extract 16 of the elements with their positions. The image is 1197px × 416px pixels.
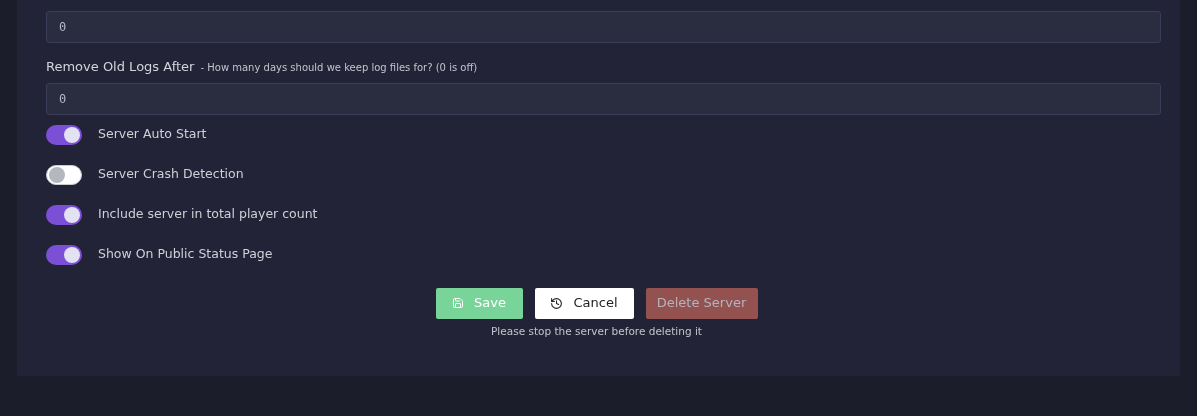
toggle-switch[interactable]: [46, 244, 82, 265]
delete-note: Please stop the server before deleting it: [491, 323, 702, 339]
save-icon: [452, 297, 465, 309]
number-field[interactable]: 0: [46, 82, 1161, 115]
history-icon: [550, 296, 564, 310]
number-field[interactable]: 0: [46, 11, 1161, 43]
toggle-switch[interactable]: [46, 124, 82, 145]
toggle-label: Server Crash Detection: [98, 165, 244, 184]
toggle-label: Server Auto Start: [98, 125, 207, 144]
toggle-switch[interactable]: [46, 204, 82, 225]
toggle-label: Show On Public Status Page: [98, 245, 273, 264]
cancel-button[interactable]: Cancel: [534, 287, 634, 319]
toggle-switch[interactable]: [46, 164, 82, 185]
field-hint: - How many days should we keep log files for? (0 is off): [200, 61, 478, 75]
toggle-label: Include server in total player count: [98, 205, 318, 224]
field-label: Remove Old Logs After: [46, 58, 195, 76]
